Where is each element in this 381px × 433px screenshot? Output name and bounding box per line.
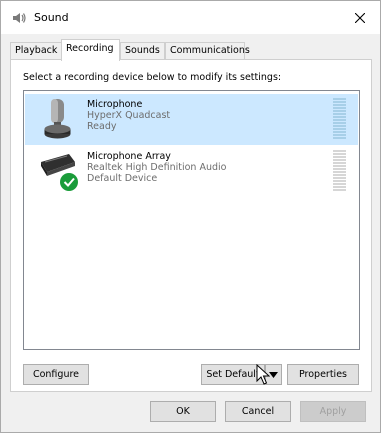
device-item-microphone-array[interactable]: Microphone Array Realtek High Definition… (25, 146, 358, 197)
tab-recording[interactable]: Recording (61, 39, 120, 61)
configure-button[interactable]: Configure (23, 364, 89, 385)
chevron-down-icon (269, 371, 278, 378)
device-text: Microphone HyperX Quadcast Ready (87, 99, 170, 132)
tab-sounds[interactable]: Sounds (120, 42, 165, 59)
apply-button[interactable]: Apply (300, 401, 366, 422)
recording-panel: Select a recording device below to modif… (10, 59, 372, 392)
device-name: Microphone Array (87, 151, 171, 162)
microphone-icon (44, 99, 71, 139)
level-meter (333, 98, 346, 139)
speaker-icon (13, 13, 26, 23)
tab-communications[interactable]: Communications (165, 42, 250, 59)
instruction-text: Select a recording device below to modif… (23, 72, 282, 83)
properties-button[interactable]: Properties (287, 364, 359, 385)
default-check-icon (60, 173, 78, 191)
ok-button[interactable]: OK (150, 401, 216, 422)
level-meter (333, 150, 346, 191)
sound-dialog: Sound Playback Recording Sounds Communic… (0, 0, 381, 433)
device-item-microphone[interactable]: Microphone HyperX Quadcast Ready (25, 94, 358, 145)
device-driver: HyperX Quadcast (87, 110, 171, 121)
device-list[interactable]: Microphone HyperX Quadcast Ready Microph… (23, 90, 360, 350)
cancel-button[interactable]: Cancel (225, 401, 291, 422)
device-status: Default Device (87, 173, 158, 184)
device-driver: Realtek High Definition Audio (87, 162, 227, 173)
title-bar: Sound (1, 1, 380, 34)
close-button[interactable] (340, 1, 380, 34)
microphone-array-icon (41, 154, 78, 191)
close-icon (355, 12, 365, 23)
tab-playback[interactable]: Playback (10, 42, 62, 59)
device-name: Microphone (87, 99, 143, 110)
window-title: Sound (34, 11, 69, 24)
mouse-cursor-icon (256, 364, 270, 385)
device-status: Ready (87, 121, 117, 132)
device-text: Microphone Array Realtek High Definition… (87, 151, 226, 184)
device-action-bar: Configure Set Default Properties (23, 364, 360, 386)
